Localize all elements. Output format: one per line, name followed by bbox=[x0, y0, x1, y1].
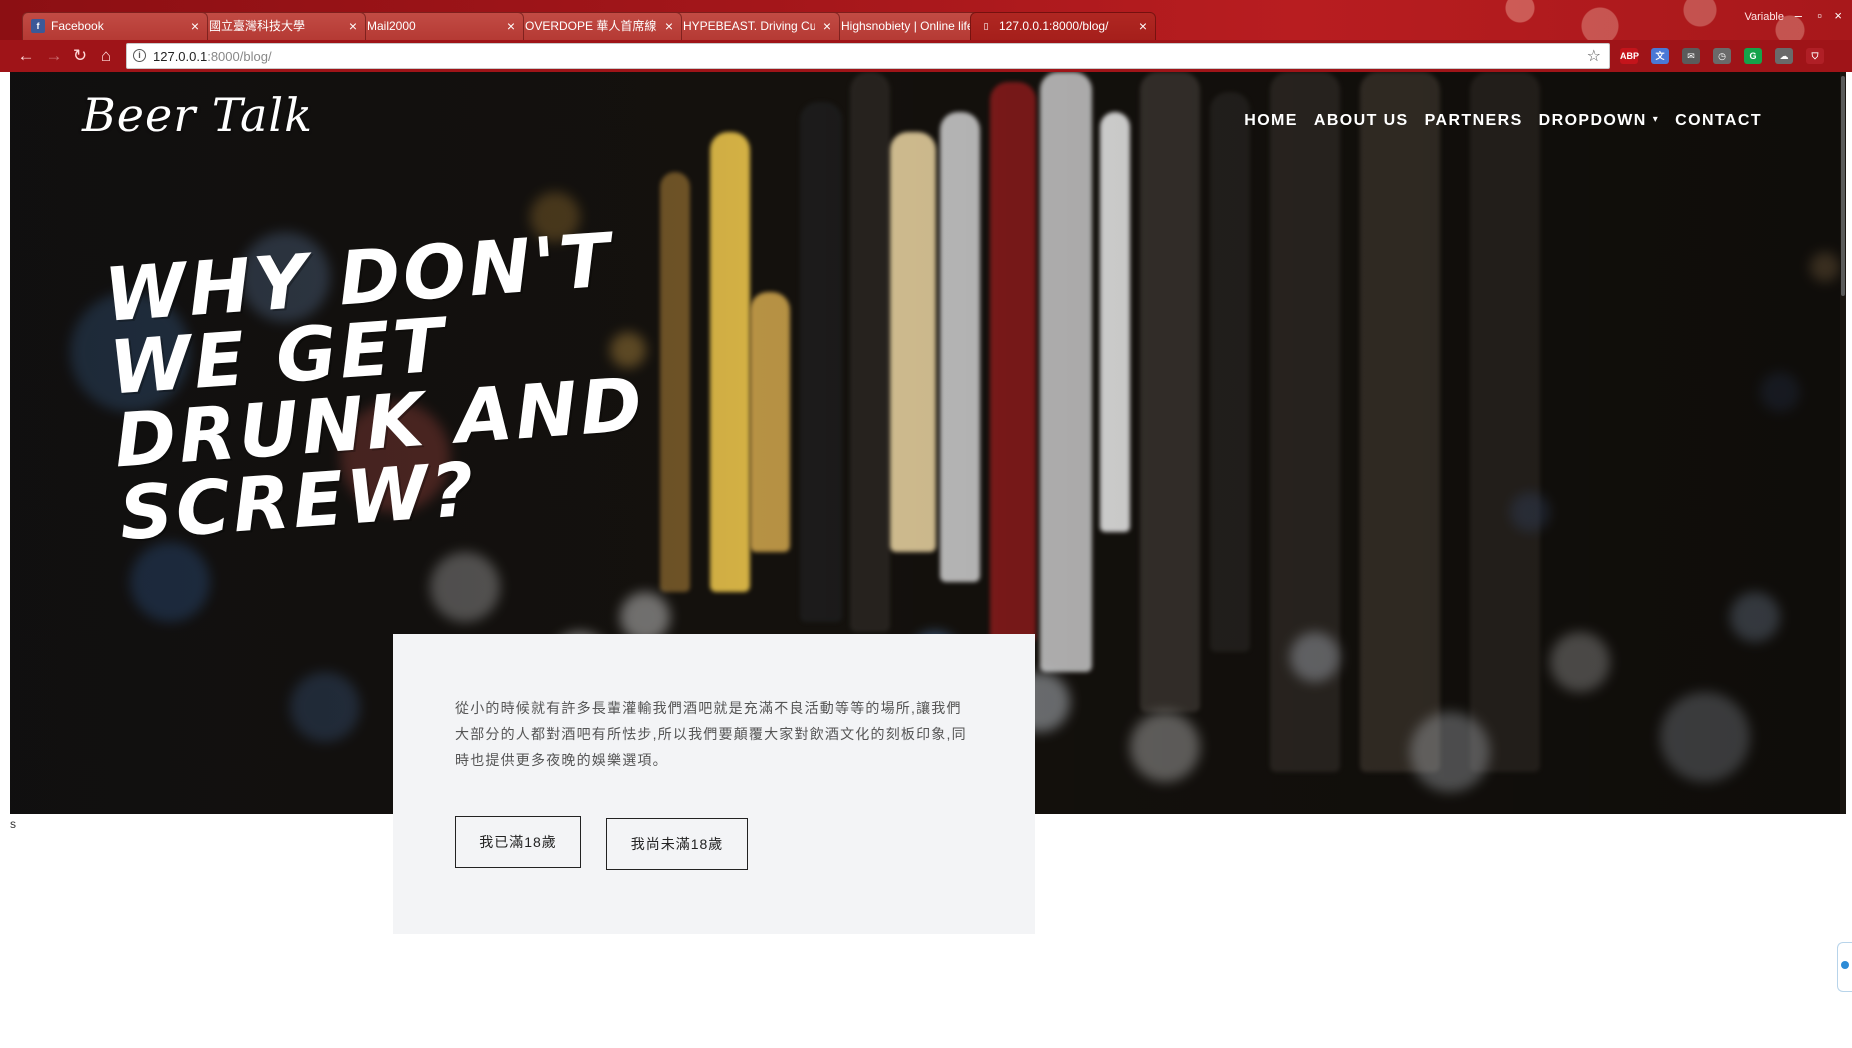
home-icon[interactable]: ⌂ bbox=[96, 46, 116, 66]
shield-icon[interactable]: ⛉ bbox=[1806, 48, 1824, 64]
address-bar[interactable]: i 127.0.0.1:8000/blog/ ☆ bbox=[126, 43, 1610, 69]
age-verification-card: 從小的時候就有許多長輩灌輸我們酒吧就是充滿不良活動等等的場所,讓我們大部分的人都… bbox=[393, 634, 1035, 934]
reload-icon[interactable]: ↻ bbox=[70, 46, 90, 66]
tab-close-icon[interactable]: × bbox=[823, 13, 831, 39]
url-host: 127.0.0.1 bbox=[153, 49, 208, 64]
adblock-plus-icon[interactable]: ABP bbox=[1620, 48, 1639, 64]
forward-arrow-icon[interactable]: → bbox=[44, 46, 64, 66]
tab-title: OVERDOPE 華人首席線上 bbox=[525, 19, 657, 33]
tab-title: Facebook bbox=[51, 19, 104, 33]
brand-logo[interactable]: Beer Talk bbox=[82, 88, 313, 142]
age-gate-description: 從小的時候就有許多長輩灌輸我們酒吧就是充滿不良活動等等的場所,讓我們大部分的人都… bbox=[455, 700, 967, 768]
minimize-button[interactable]: – bbox=[1795, 8, 1802, 24]
hero-headline: WHY DON'T WE GET DRUNK AND SCREW? bbox=[101, 217, 648, 558]
caret-down-icon: ▾ bbox=[1652, 114, 1660, 125]
mail-checker-icon[interactable]: ✉ bbox=[1682, 48, 1700, 64]
page-scrollbar[interactable] bbox=[1840, 72, 1846, 814]
page-viewport: Beer Talk HOME ABOUT US PARTNERS DROPDOW… bbox=[10, 72, 1852, 1048]
tab-close-icon[interactable]: × bbox=[349, 13, 357, 39]
tab-title: Mail2000 bbox=[367, 19, 416, 33]
stray-text: s bbox=[10, 817, 16, 831]
nav-partners[interactable]: PARTNERS bbox=[1425, 112, 1523, 130]
address-url[interactable]: 127.0.0.1:8000/blog/ bbox=[153, 49, 272, 64]
nav-dropdown-label: DROPDOWN bbox=[1538, 112, 1647, 129]
nav-about-us[interactable]: ABOUT US bbox=[1314, 112, 1409, 130]
tab-close-icon[interactable]: × bbox=[1139, 13, 1147, 39]
window-close-button[interactable]: × bbox=[1834, 8, 1842, 24]
main-nav: HOME ABOUT US PARTNERS DROPDOWN ▾ CONTACT bbox=[1244, 112, 1762, 130]
tab-title: Highsnobiety | Online life bbox=[841, 19, 973, 33]
chat-icon[interactable]: ☁ bbox=[1775, 48, 1793, 64]
maximize-button[interactable]: ▫ bbox=[1817, 8, 1822, 24]
speed-icon[interactable]: ◷ bbox=[1713, 48, 1731, 64]
bookmark-star-icon[interactable]: ☆ bbox=[1587, 46, 1601, 66]
nav-dropdown[interactable]: DROPDOWN ▾ bbox=[1539, 112, 1660, 130]
tab-close-icon[interactable]: × bbox=[507, 13, 515, 39]
translate-icon[interactable]: 文 bbox=[1651, 48, 1669, 64]
site-info-icon[interactable]: i bbox=[133, 49, 146, 62]
page-icon: ▯ bbox=[983, 21, 989, 31]
url-path: :8000/blog/ bbox=[207, 49, 272, 64]
browser-tab[interactable]: ▯ 127.0.0.1:8000/blog/ × bbox=[970, 12, 1156, 40]
tab-title: 國立臺灣科技大學 bbox=[209, 19, 306, 33]
browser-tabstrip: fFacebook×◎國立臺灣科技大學×@Mail2000×OOVERDOPE … bbox=[0, 0, 1852, 40]
nav-home[interactable]: HOME bbox=[1244, 112, 1298, 130]
side-chat-widget[interactable] bbox=[1837, 942, 1852, 992]
profile-name[interactable]: Variable bbox=[1744, 11, 1784, 23]
back-arrow-icon[interactable]: ← bbox=[16, 46, 36, 66]
tab-title: HYPEBEAST. Driving Cult bbox=[683, 19, 815, 33]
tab-title: 127.0.0.1:8000/blog/ bbox=[999, 19, 1109, 33]
browser-tab[interactable]: f Facebook × bbox=[22, 12, 208, 40]
grammarly-icon[interactable]: G bbox=[1744, 48, 1762, 64]
tab-close-icon[interactable]: × bbox=[665, 13, 673, 39]
under-18-button[interactable]: 我尚未滿18歲 bbox=[606, 818, 748, 870]
facebook-icon: f bbox=[31, 19, 45, 33]
nav-contact[interactable]: CONTACT bbox=[1675, 112, 1762, 130]
tab-close-icon[interactable]: × bbox=[191, 13, 199, 39]
over-18-button[interactable]: 我已滿18歲 bbox=[455, 816, 581, 868]
